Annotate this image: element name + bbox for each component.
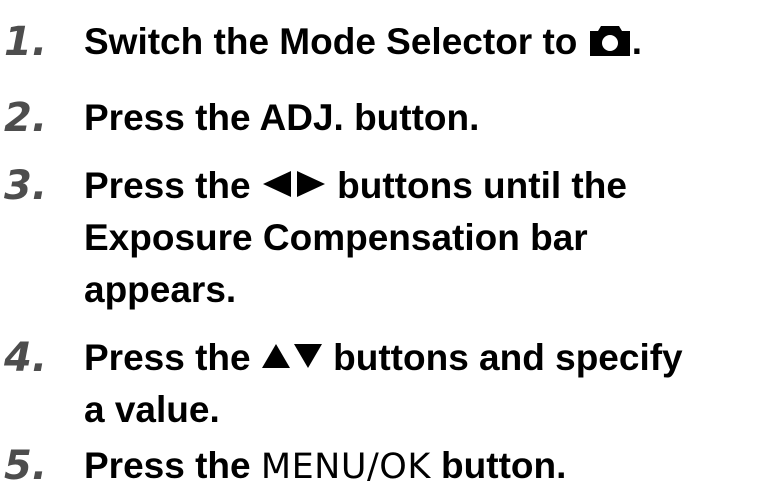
step-number: 3. [4, 163, 48, 209]
step-text-line: a value. [84, 389, 220, 430]
step-text: Press the ADJ. button. [84, 92, 774, 144]
step-text-part: Switch the Mode Selector to [84, 21, 588, 62]
step-text: Press the MENU/OK button. [84, 440, 774, 492]
camera-icon [588, 23, 632, 57]
step-text-part: Press the [84, 337, 261, 378]
step-number: 5. [4, 443, 48, 489]
menu-ok-button-label: MENU/OK [260, 447, 431, 487]
step-text-part: button. [430, 445, 567, 486]
step-text-line: Exposure Compensation bar [84, 217, 588, 258]
step-text-part: Press the [84, 445, 261, 486]
step-text-line: appears. [84, 269, 237, 310]
step-number: 2. [4, 95, 48, 141]
step-text-part: buttons until the [326, 165, 627, 206]
step-number: 1. [4, 19, 48, 65]
step-text: Press the buttons and specify a value. [84, 332, 774, 436]
instruction-steps: 1. Switch the Mode Selector to . 2. Pres… [0, 0, 778, 497]
step-text: Switch the Mode Selector to . [84, 16, 774, 68]
left-right-arrows-icon [261, 169, 327, 199]
up-down-arrows-icon [261, 342, 323, 370]
step-text: Press the buttons until the Exposure Com… [84, 160, 774, 316]
step-number: 4. [4, 335, 48, 381]
step-text-part: Press the [84, 165, 261, 206]
step-text-line: Press the ADJ. button. [84, 97, 480, 138]
step-text-part: . [631, 21, 642, 62]
step-text-part: buttons and specify [322, 337, 683, 378]
